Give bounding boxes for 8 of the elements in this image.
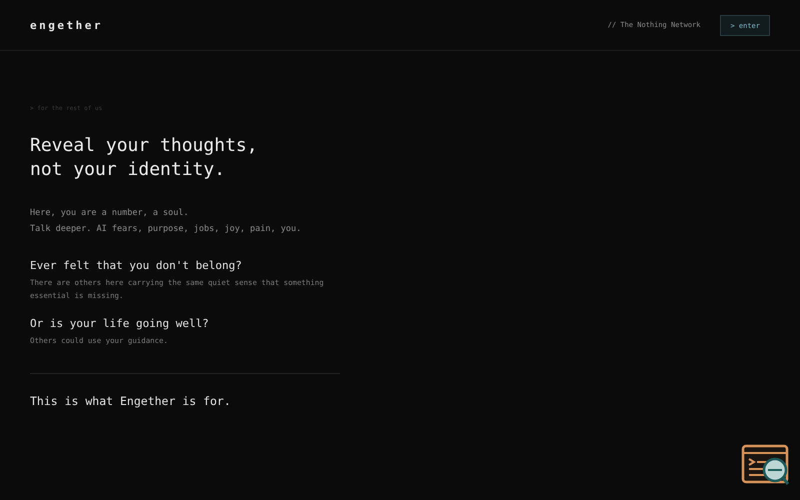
intro-text: Talk deeper. AI fears, purpose, jobs, joy, pain, you. (30, 223, 302, 236)
logo[interactable]: engether (30, 18, 103, 32)
question-heading: Or is your life going well? (30, 316, 210, 332)
closing-text: This is what Engether is for. (30, 394, 232, 408)
intro-text: Here, you are a number, a soul. (30, 207, 190, 220)
question-heading: Ever felt that you don't belong? (30, 258, 243, 274)
headline: Reveal your thoughts, not your identity. (30, 134, 259, 182)
terminal-search-icon[interactable] (741, 444, 791, 488)
